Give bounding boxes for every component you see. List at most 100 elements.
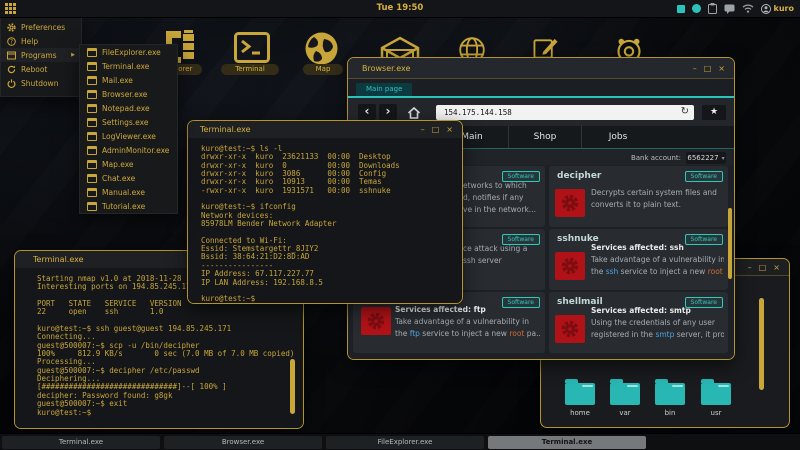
terminal-line: [##############################]--[ 100%… xyxy=(37,383,227,392)
minimize-button[interactable]: – xyxy=(421,125,425,134)
store-item-description: Services affected: ssh Take advantage of … xyxy=(591,242,724,278)
submenu-item-manualexe[interactable]: Manual.exe xyxy=(80,185,177,199)
bookmark-star-button[interactable]: ★ xyxy=(702,104,726,120)
bank-account-select[interactable]: 6562227 ▾ xyxy=(686,152,726,164)
gear-icon xyxy=(7,22,16,32)
map-icon[interactable] xyxy=(304,31,339,66)
system-tray: kuro xyxy=(676,0,794,17)
forward-button[interactable]: › xyxy=(379,104,397,120)
terminal-line: guest@500007:~$ decipher /etc/passwd xyxy=(37,366,200,375)
clipboard-icon[interactable] xyxy=(707,3,717,14)
submenu-item-chatexe[interactable]: Chat.exe xyxy=(80,171,177,185)
page-tab-jobs[interactable]: Jobs xyxy=(581,126,654,148)
services-affected-line: Services affected: ssh xyxy=(591,243,684,252)
submenu-item-mapexe[interactable]: Map.exe xyxy=(80,157,177,171)
store-item-decipher[interactable]: decipher Software Decrypts certain system … xyxy=(549,166,728,227)
submenu-item-terminalexe[interactable]: Terminal.exe xyxy=(80,59,177,73)
minimize-button[interactable]: – xyxy=(693,64,697,73)
top-bar: Tue 19:50 kuro xyxy=(0,0,800,18)
folder-var[interactable]: var xyxy=(607,378,643,417)
page-tab-shop[interactable]: Shop xyxy=(508,126,581,148)
reload-icon[interactable]: ↻ xyxy=(681,107,689,117)
store-item-sshnuke[interactable]: sshnuke Software Services affected: ssh Tak… xyxy=(549,229,728,290)
folder-bin[interactable]: bin xyxy=(652,378,688,417)
terminal-window-center[interactable]: Terminal.exe – □ × kuro@test:~$ ls -l drw… xyxy=(187,120,463,304)
terminal-line: kuro@test:~$ xyxy=(37,408,92,417)
menu-item-help[interactable]: ? Help xyxy=(1,34,81,48)
submenu-item-fileexplorerexe[interactable]: FileExplorer.exe xyxy=(80,45,177,59)
description-line: Using the credentials of any user xyxy=(591,318,715,327)
terminal-scrollbar[interactable] xyxy=(290,359,295,414)
wifi-icon[interactable] xyxy=(742,4,754,13)
folder-icon xyxy=(701,379,731,405)
menu-item-label: Shutdown xyxy=(21,78,59,88)
status-square-icon[interactable] xyxy=(676,4,685,13)
submenu-item-tutorialexe[interactable]: Tutorial.exe xyxy=(80,199,177,213)
file-explorer-scrollbar[interactable] xyxy=(759,298,764,390)
app-grid-icon[interactable] xyxy=(5,3,18,14)
submenu-arrow-icon: ▶ xyxy=(71,52,75,58)
window-icon xyxy=(87,61,97,71)
browser-scrollbar[interactable] xyxy=(728,208,732,279)
browser-titlebar[interactable]: Browser.exe – □ × xyxy=(348,58,734,79)
minimize-button[interactable]: – xyxy=(748,263,752,272)
folder-label: home xyxy=(570,409,590,417)
taskbar-item-2[interactable]: FileExplorer.exe xyxy=(326,436,484,449)
submenu-item-browserexe[interactable]: Browser.exe xyxy=(80,87,177,101)
back-button[interactable]: ‹ xyxy=(358,104,376,120)
window-title: Terminal.exe xyxy=(33,255,84,264)
window-icon xyxy=(87,75,97,85)
close-button[interactable]: × xyxy=(773,263,780,272)
url-input[interactable] xyxy=(436,106,666,118)
store-item-shellmail[interactable]: shellmail Software Services affected: smtp… xyxy=(549,292,728,353)
store-item-title: decipher xyxy=(557,171,602,181)
terminal-line: Connected to Wi-Fi: xyxy=(201,236,287,245)
store-item-description: Services affected: ftp Take advantage of … xyxy=(395,304,541,340)
gear-icon xyxy=(561,257,579,275)
terminal-icon[interactable] xyxy=(234,32,270,63)
submenu-item-logviewerexe[interactable]: LogViewer.exe xyxy=(80,129,177,143)
taskbar-item-0[interactable]: Terminal.exe xyxy=(2,436,160,449)
chat-icon[interactable] xyxy=(724,4,735,14)
folder-usr[interactable]: usr xyxy=(698,378,734,417)
window-controls: – □ × xyxy=(693,64,725,73)
close-button[interactable]: × xyxy=(446,125,453,134)
menu-item-preferences[interactable]: Preferences xyxy=(1,20,81,34)
submenu-item-settingsexe[interactable]: Settings.exe xyxy=(80,115,177,129)
terminal-output[interactable]: kuro@test:~$ ls -l drwxr-xr-x kuro 236211… xyxy=(188,138,462,303)
terminal-label[interactable]: Terminal xyxy=(221,64,279,75)
browser-tabstrip: Main page xyxy=(348,79,734,98)
user-chip[interactable]: kuro xyxy=(760,3,794,14)
submenu-item-mailexe[interactable]: Mail.exe xyxy=(80,73,177,87)
services-affected-line: Services affected: ftp xyxy=(395,305,486,314)
folder-home[interactable]: home xyxy=(562,378,598,417)
close-button[interactable]: × xyxy=(718,64,725,73)
store-column-right: decipher Software Decrypts certain system … xyxy=(549,166,728,355)
maximize-button[interactable]: □ xyxy=(704,64,712,73)
browser-tab-main-page[interactable]: Main page xyxy=(356,83,413,96)
desktop: Tue 19:50 kuro FileExplorer Terminal Map… xyxy=(0,0,800,450)
programs-submenu: FileExplorer.exe Terminal.exe Mail.exe Brow… xyxy=(79,44,178,214)
terminal-line: kuro@test:~$ xyxy=(201,295,256,304)
submenu-item-notepadexe[interactable]: Notepad.exe xyxy=(80,101,177,115)
terminal-line: drwxr-xr-x kuro 3086 00:00 Config xyxy=(201,170,387,179)
status-circle-icon[interactable] xyxy=(691,4,701,13)
map-label[interactable]: Map xyxy=(303,64,343,75)
folder-label: bin xyxy=(664,409,676,417)
home-button[interactable] xyxy=(404,104,424,120)
submenu-item-adminmonitorexe[interactable]: AdminMonitor.exe xyxy=(80,143,177,157)
app-tile xyxy=(361,307,391,335)
menu-item-reboot[interactable]: Reboot xyxy=(1,62,81,76)
maximize-button[interactable]: □ xyxy=(759,263,767,272)
terminal-titlebar[interactable]: Terminal.exe – □ × xyxy=(188,121,462,139)
description-line: ce attack using a xyxy=(463,244,528,253)
taskbar-item-3[interactable]: Terminal.exe xyxy=(488,436,646,449)
menu-item-shutdown[interactable]: Shutdown xyxy=(1,76,81,90)
menu-item-programs[interactable]: Programs ▶ xyxy=(1,48,81,62)
taskbar-item-1[interactable]: Browser.exe xyxy=(164,436,322,449)
maximize-button[interactable]: □ xyxy=(432,125,440,134)
window-icon xyxy=(7,51,16,59)
home-icon xyxy=(407,106,421,119)
